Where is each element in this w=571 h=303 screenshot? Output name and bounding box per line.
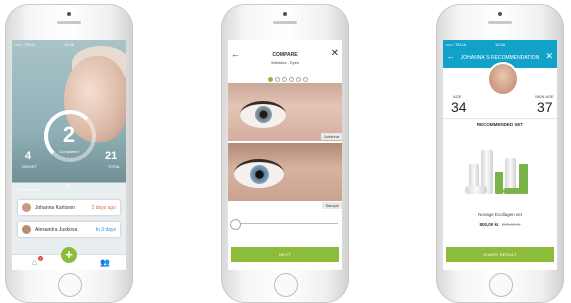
share-result-button[interactable]: SHARE RESULT (446, 247, 554, 262)
total-value: 21 (105, 150, 118, 162)
image-tag: Johanna (320, 133, 342, 140)
home-icon[interactable]: ⌂ (32, 258, 37, 267)
camera (283, 12, 287, 16)
home-button[interactable] (274, 273, 298, 297)
speaker (488, 21, 512, 24)
phone-dashboard: ••••○ TELIA 16:28 2 Completed 4 TARGET 2… (5, 0, 133, 303)
followup-name: Johanna Karlsson (35, 205, 76, 211)
followup-name: Alexandra Juskova (35, 227, 78, 233)
page-subtitle: Wrinkles - Eyes (271, 60, 299, 65)
phone-recommendation: ••••○ TELIA 16:28 ← JOHANNA´S RECOMMENDA… (436, 0, 564, 303)
eye-shape (240, 101, 286, 128)
dashboard-screen: ••••○ TELIA 16:28 2 Completed 4 TARGET 2… (12, 40, 126, 270)
product-image (465, 136, 535, 194)
page-indicator (66, 173, 73, 204)
compare-screen: ← ✕ COMPARE Wrinkles - Eyes Johanna Samp… (228, 40, 342, 270)
followup-date: In 3 days (95, 227, 116, 233)
page-title: JOHANNA´S RECOMMENDATION (460, 55, 540, 61)
total-label: TOTAL (108, 164, 121, 169)
status-time: 16:28 (494, 42, 505, 47)
home-button[interactable] (58, 273, 82, 297)
recommendation-screen: ••••○ TELIA 16:28 ← JOHANNA´S RECOMMENDA… (443, 40, 557, 270)
next-button[interactable]: NEXT (231, 247, 339, 262)
iris (255, 106, 272, 123)
product-name: Novage Ecollagen set (478, 212, 522, 217)
home-button[interactable] (489, 273, 513, 297)
section-title: RECOMMENDED SET (476, 122, 524, 127)
skin-age-value: 37 (537, 99, 553, 115)
comparison-image-top: Johanna (228, 83, 342, 141)
current-price: 800,00 kr (479, 222, 499, 227)
camera (498, 12, 502, 16)
people-icon[interactable]: 👥 (100, 258, 110, 267)
avatar (22, 203, 31, 212)
close-icon[interactable]: ✕ (545, 51, 553, 62)
image-tag: Sample (322, 202, 342, 209)
followup-row[interactable]: Alexandra Juskova In 3 days (18, 222, 120, 237)
divider (443, 118, 557, 119)
camera (67, 12, 71, 16)
avatar (22, 225, 31, 234)
followups-header: Follow ups (19, 187, 39, 192)
page-title: COMPARE (272, 52, 298, 58)
product-price: 800,00 kr 920,00 kr (443, 222, 557, 227)
completed-count: 2 (62, 122, 76, 147)
speaker (273, 21, 297, 24)
comparison-image-bottom: Sample (228, 143, 342, 209)
speaker (57, 21, 81, 24)
followup-row[interactable]: Johanna Karlsson 2 days ago (18, 200, 120, 215)
followup-date: 2 days ago (91, 205, 116, 211)
compare-slider-handle[interactable] (230, 219, 241, 230)
target-value: 4 (25, 150, 32, 162)
notification-badge: 2 (38, 256, 43, 261)
old-price: 920,00 kr (501, 222, 521, 227)
status-time: 16:28 (63, 42, 74, 47)
age-value: 34 (451, 99, 467, 115)
target-label: TARGET (21, 164, 37, 169)
client-portrait (487, 62, 519, 96)
iris (250, 165, 269, 184)
phone-compare: ← ✕ COMPARE Wrinkles - Eyes Johanna Samp… (221, 0, 349, 303)
plus-icon: + (65, 247, 73, 262)
compare-slider-track[interactable] (232, 223, 338, 224)
eye-shape (234, 159, 284, 188)
add-button[interactable]: + (61, 247, 77, 263)
